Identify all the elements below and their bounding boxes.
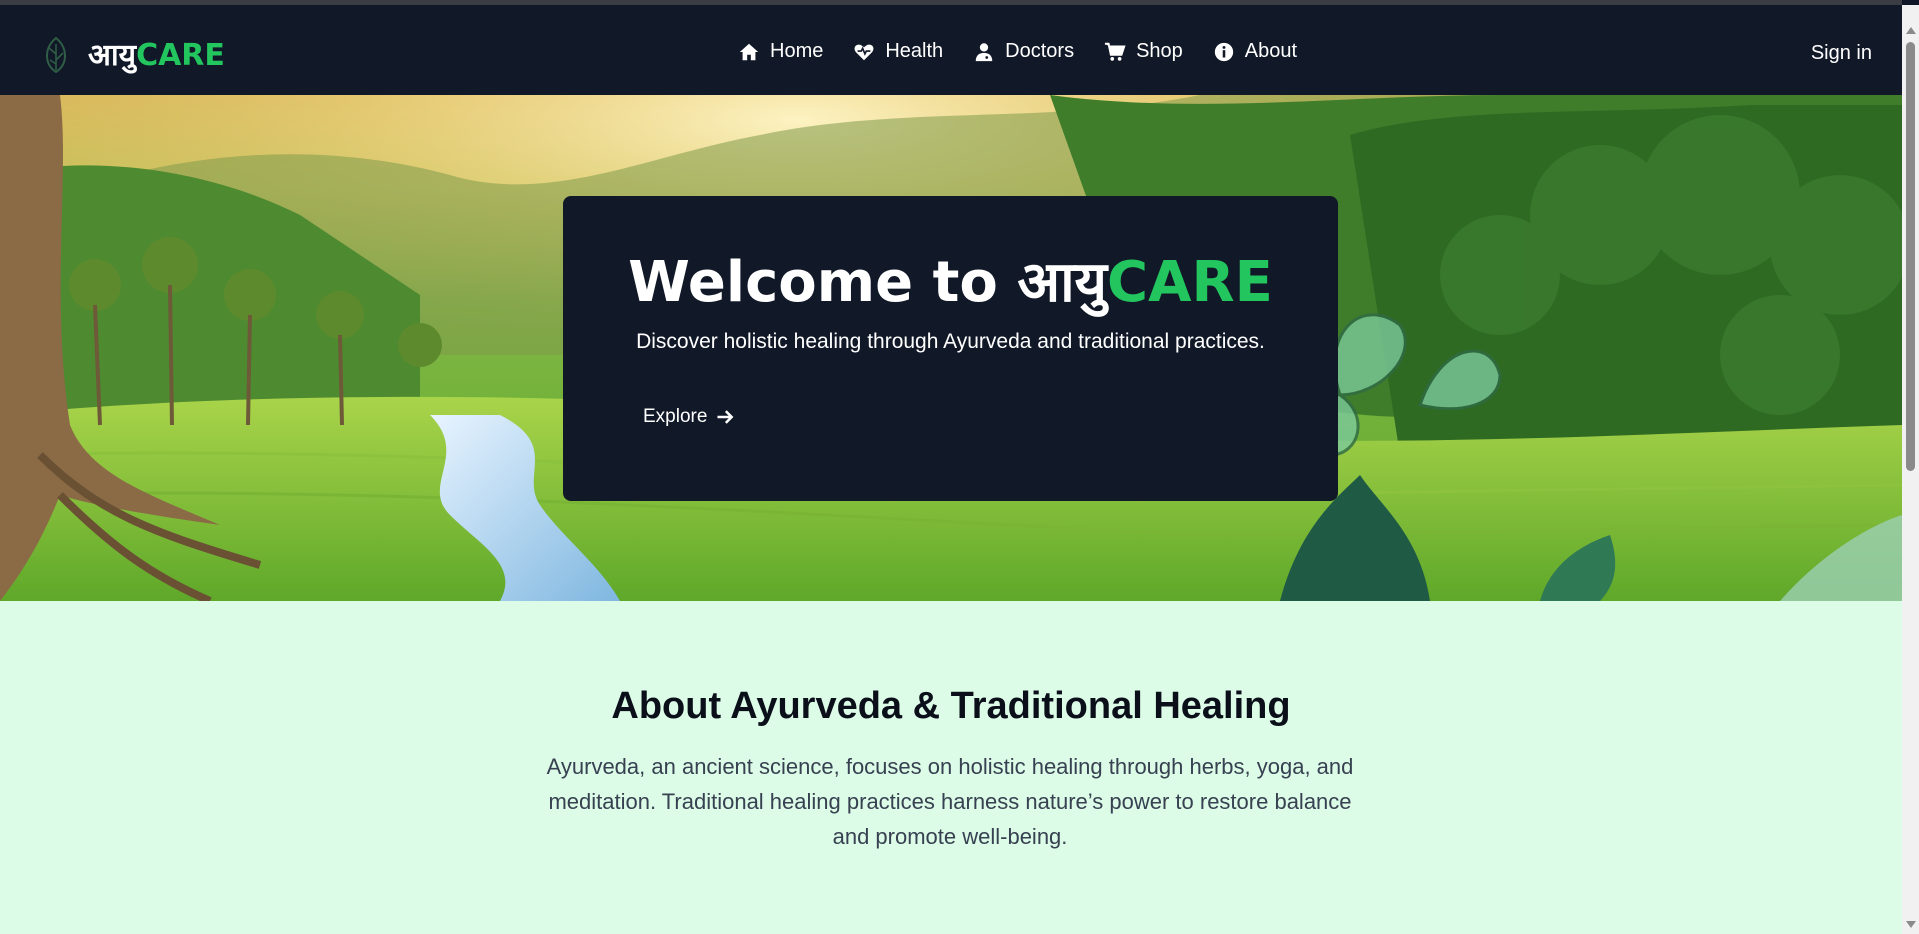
- explore-label: Explore: [643, 406, 708, 427]
- hero-title-prefix: Welcome to: [628, 250, 1018, 315]
- info-icon: [1214, 42, 1233, 61]
- nav-item-about[interactable]: About: [1213, 40, 1297, 63]
- about-text: Ayurveda, an ancient science, focuses on…: [546, 754, 1354, 849]
- nav-item-health[interactable]: Health: [853, 40, 943, 63]
- cart-icon: [1104, 42, 1126, 61]
- heart-pulse-icon: [854, 44, 874, 60]
- hero-title-latin: CARE: [1107, 250, 1273, 315]
- hero-card: Welcome to आयुCARE Discover holistic hea…: [563, 196, 1338, 501]
- hero-section: Welcome to आयुCARE Discover holistic hea…: [0, 95, 1902, 601]
- nav-label-health: Health: [885, 40, 944, 62]
- nav-item-home[interactable]: Home: [738, 40, 823, 63]
- scroll-down-arrow-icon[interactable]: [1906, 921, 1916, 928]
- arrow-right-icon: [717, 410, 734, 424]
- nav-label-about: About: [1244, 40, 1298, 62]
- brand-latin: CARE: [136, 38, 225, 73]
- brand-devanagari: आयु: [88, 38, 137, 73]
- nav-label-shop: Shop: [1136, 40, 1183, 62]
- explore-button[interactable]: Explore: [643, 406, 735, 428]
- nav-item-doctors[interactable]: Doctors: [973, 40, 1074, 63]
- about-section: About Ayurveda & Traditional Healing Ayu…: [0, 601, 1902, 934]
- brand[interactable]: आयुCARE: [40, 33, 225, 74]
- nav-item-shop[interactable]: Shop: [1104, 40, 1183, 63]
- brand-name: आयुCARE: [88, 33, 225, 74]
- navbar: आयुCARE Home Health Doctors Shop About S…: [0, 5, 1902, 95]
- nav-label-home: Home: [770, 40, 824, 62]
- sign-in-link[interactable]: Sign in: [1811, 42, 1872, 65]
- nav-links: Home Health Doctors Shop About: [738, 40, 1297, 63]
- scroll-up-arrow-icon[interactable]: [1906, 27, 1916, 34]
- nav-label-doctors: Doctors: [1005, 40, 1075, 62]
- doctor-icon: [975, 42, 993, 61]
- scroll-thumb[interactable]: [1906, 42, 1915, 471]
- hero-title-devanagari: आयु: [1017, 250, 1108, 315]
- hero-subtitle: Discover holistic healing through Ayurve…: [636, 330, 1265, 353]
- vertical-scrollbar[interactable]: [1902, 5, 1919, 934]
- leaf-logo-icon: [46, 36, 66, 73]
- home-icon: [739, 43, 759, 60]
- about-title: About Ayurveda & Traditional Healing: [611, 685, 1291, 727]
- hero-title: Welcome to आयुCARE: [563, 242, 1338, 318]
